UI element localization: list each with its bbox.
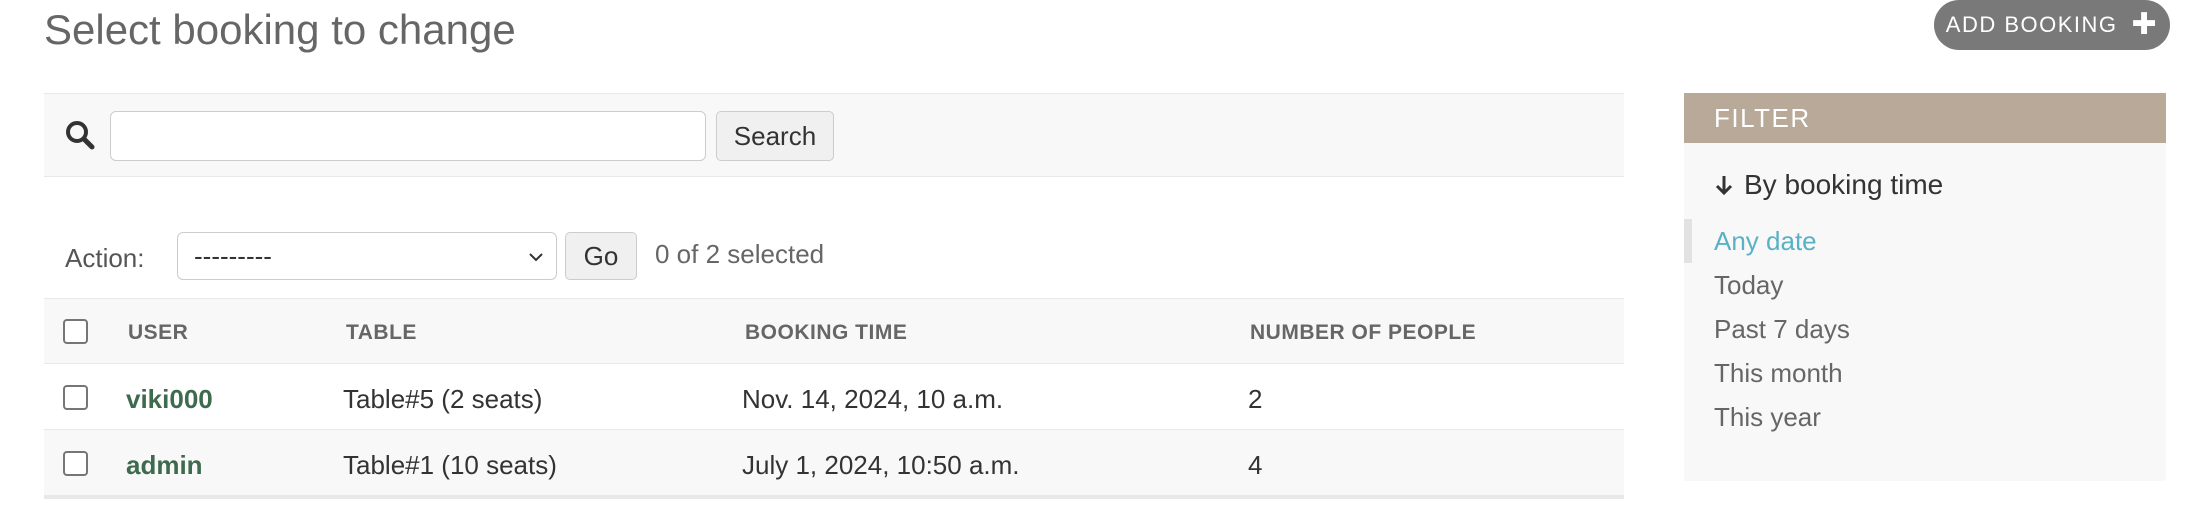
action-bar: Action: --------- Go 0 of 2 selected [44, 230, 1624, 292]
filter-panel: FILTER By booking time Any date Today Pa… [1684, 93, 2166, 481]
row-checkbox[interactable] [63, 385, 88, 410]
action-select-value: --------- [194, 241, 272, 271]
booking-time-cell: July 1, 2024, 10:50 a.m. [742, 450, 1020, 480]
filter-header: FILTER [1684, 93, 2166, 143]
column-header-table[interactable]: TABLE [346, 321, 417, 345]
user-link[interactable]: admin [126, 450, 203, 481]
search-input[interactable] [110, 111, 706, 161]
people-cell: 4 [1248, 450, 1263, 480]
filter-option-any-date[interactable]: Any date [1684, 219, 2166, 263]
arrow-down-icon [1715, 176, 1733, 196]
filter-option-this-month[interactable]: This month [1684, 351, 2166, 395]
table-cell: Table#5 (2 seats) [343, 384, 543, 414]
filter-title[interactable]: By booking time [1714, 169, 1943, 201]
filter-option-today[interactable]: Today [1684, 263, 2166, 307]
booking-time-cell: Nov. 14, 2024, 10 a.m. [742, 384, 1004, 414]
column-header-number-of-people[interactable]: NUMBER OF PEOPLE [1250, 321, 1476, 345]
action-label: Action: [65, 243, 145, 273]
filter-option-past-7-days[interactable]: Past 7 days [1684, 307, 2166, 351]
column-header-booking-time[interactable]: BOOKING TIME [745, 321, 907, 345]
search-button[interactable]: Search [716, 111, 834, 161]
row-checkbox[interactable] [63, 451, 88, 476]
action-select[interactable]: --------- [177, 232, 557, 280]
filter-option-this-year[interactable]: This year [1684, 395, 2166, 439]
table-bottom-border [44, 496, 1624, 499]
user-link[interactable]: viki000 [126, 384, 213, 415]
filter-options: Any date Today Past 7 days This month Th… [1684, 219, 2166, 439]
table-cell: Table#1 (10 seats) [343, 450, 557, 480]
selected-count: 0 of 2 selected [655, 239, 825, 269]
chevron-down-icon [529, 253, 543, 262]
people-cell: 2 [1248, 384, 1263, 414]
go-button[interactable]: Go [565, 232, 637, 280]
page-title: Select booking to change [44, 6, 516, 53]
search-icon [66, 121, 95, 150]
table-header-row: USER TABLE BOOKING TIME NUMBER OF PEOPLE [44, 298, 1624, 364]
plus-icon: ✚ [2131, 8, 2159, 41]
table-row: admin Table#1 (10 seats) July 1, 2024, 1… [44, 430, 1624, 496]
search-toolbar: Search [44, 93, 1624, 177]
column-header-user[interactable]: USER [128, 321, 188, 345]
filter-title-label: By booking time [1744, 169, 1944, 200]
select-all-checkbox[interactable] [63, 319, 88, 344]
add-booking-button[interactable]: ADD BOOKING ✚ [1934, 0, 2170, 50]
add-booking-label: ADD BOOKING [1945, 12, 2118, 37]
table-row: viki000 Table#5 (2 seats) Nov. 14, 2024,… [44, 364, 1624, 430]
